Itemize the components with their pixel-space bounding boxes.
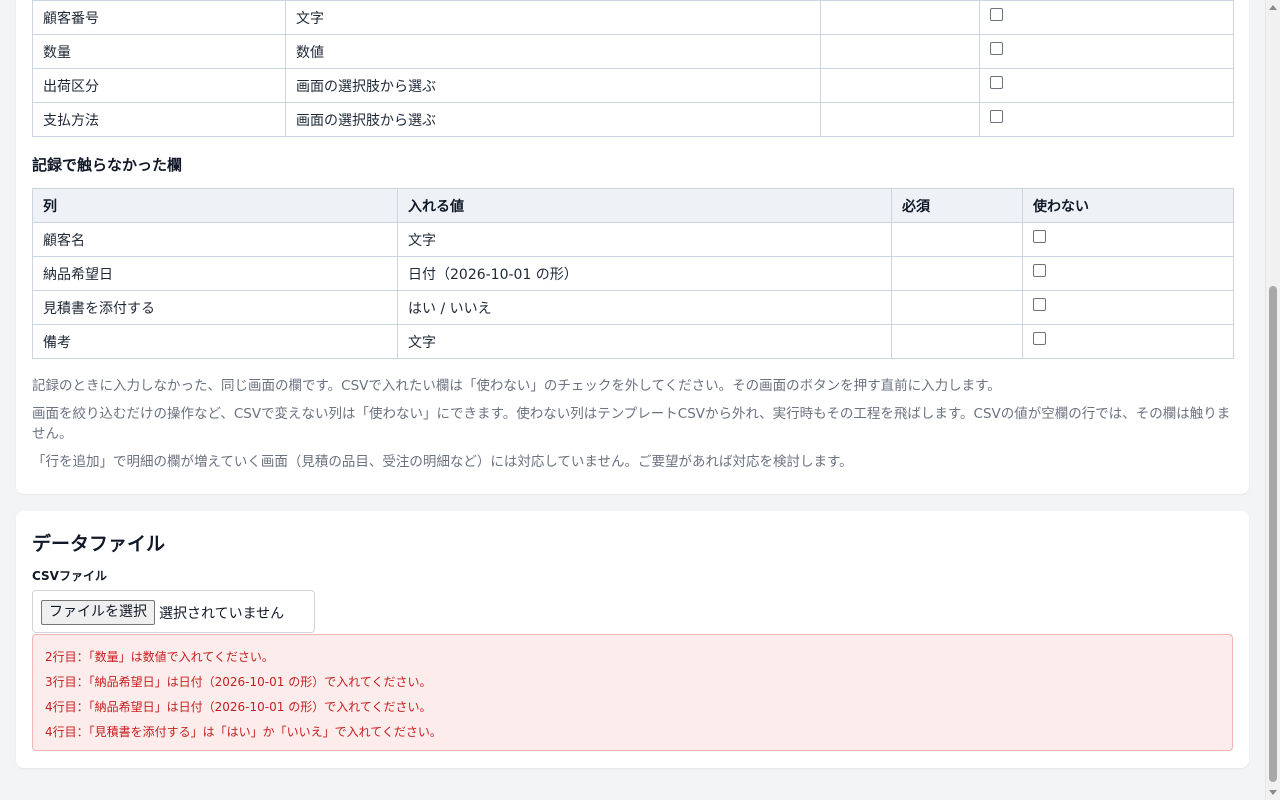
value-type-cell: はい / いいえ [397, 290, 892, 325]
value-type-cell: 画面の選択肢から選ぶ [285, 68, 821, 103]
table-row: 顧客番号 文字 [32, 0, 1234, 35]
error-message: 4行目：「納品希望日」は日付（2026-10-01 の形）で入れてください。 [45, 700, 432, 714]
column-name-cell: 支払方法 [32, 102, 286, 137]
column-name-cell: 顧客番号 [32, 0, 286, 35]
header-unused: 使わない [1022, 188, 1234, 223]
required-cell [820, 0, 980, 35]
table-header-row: 列 入れる値 必須 使わない [32, 188, 1234, 223]
required-cell [891, 256, 1023, 291]
value-type-cell: 数値 [285, 34, 821, 69]
no-file-selected-text: 選択されていません [159, 606, 285, 622]
unused-cell [1022, 290, 1234, 325]
validation-error-box: 2行目：「数量」は数値で入れてください。 3行目：「納品希望日」は日付（2026… [32, 634, 1233, 751]
csv-file-input[interactable]: ファイルを選択 選択されていません [32, 590, 315, 633]
column-name-cell: 納品希望日 [32, 256, 398, 291]
unused-cell [979, 102, 1234, 137]
unused-checkbox[interactable] [990, 76, 1003, 89]
unused-checkbox[interactable] [1033, 332, 1046, 345]
required-cell [820, 68, 980, 103]
fields-card: 顧客番号 文字 数量 数値 出荷区分 画面の選択肢から選ぶ 支払方法 画面の選択… [16, 0, 1249, 494]
csv-file-label: CSVファイル [32, 569, 107, 583]
table-row: 支払方法 画面の選択肢から選ぶ [32, 102, 1234, 137]
error-message: 3行目：「納品希望日」は日付（2026-10-01 の形）で入れてください。 [45, 675, 432, 689]
table-row: 備考 文字 [32, 324, 1234, 359]
table-row: 顧客名 文字 [32, 222, 1234, 257]
column-name-cell: 備考 [32, 324, 398, 359]
value-type-cell: 文字 [285, 0, 821, 35]
table-row: 見積書を添付する はい / いいえ [32, 290, 1234, 325]
data-file-card: データファイル CSVファイル ファイルを選択 選択されていません 2行目：「数… [16, 511, 1249, 768]
table-row: 数量 数値 [32, 34, 1234, 69]
column-name-cell: 顧客名 [32, 222, 398, 257]
page-viewport: 顧客番号 文字 数量 数値 出荷区分 画面の選択肢から選ぶ 支払方法 画面の選択… [0, 0, 1280, 800]
note-text: 画面を絞り込むだけの操作など、CSVで変えない列は「使わない」にできます。使わな… [32, 406, 1231, 442]
required-cell [891, 290, 1023, 325]
value-type-cell: 文字 [397, 324, 892, 359]
scroll-down-arrow-icon[interactable] [1269, 790, 1277, 795]
error-message: 2行目：「数量」は数値で入れてください。 [45, 650, 274, 664]
unused-checkbox[interactable] [1033, 264, 1046, 277]
help-notes: 記録のときに入力しなかった、同じ画面の欄です。CSVで入れたい欄は「使わない」の… [32, 376, 1233, 480]
unused-checkbox[interactable] [990, 42, 1003, 55]
header-value: 入れる値 [397, 188, 892, 223]
unused-cell [1022, 256, 1234, 291]
error-message: 4行目：「見積書を添付する」は「はい」か「いいえ」で入れてください。 [45, 725, 442, 739]
choose-file-button[interactable]: ファイルを選択 [41, 600, 155, 625]
unused-cell [979, 34, 1234, 69]
data-file-title: データファイル [32, 533, 166, 555]
unused-cell [1022, 324, 1234, 359]
untouched-fields-title: 記録で触らなかった欄 [32, 156, 183, 174]
vertical-scrollbar[interactable] [1265, 0, 1280, 800]
required-cell [891, 324, 1023, 359]
scrollbar-thumb[interactable] [1269, 286, 1277, 782]
value-type-cell: 日付（2026-10-01 の形） [397, 256, 892, 291]
note-text: 「行を追加」で明細の欄が増えていく画面（見積の品目、受注の明細など）には対応して… [32, 454, 853, 470]
unused-cell [1022, 222, 1234, 257]
unused-checkbox[interactable] [990, 110, 1003, 123]
value-type-cell: 文字 [397, 222, 892, 257]
required-cell [891, 222, 1023, 257]
required-cell [820, 34, 980, 69]
unused-cell [979, 68, 1234, 103]
scroll-up-arrow-icon[interactable] [1269, 5, 1277, 10]
unused-checkbox[interactable] [990, 8, 1003, 21]
note-text: 記録のときに入力しなかった、同じ画面の欄です。CSVで入れたい欄は「使わない」の… [32, 378, 1001, 394]
unused-checkbox[interactable] [1033, 298, 1046, 311]
column-name-cell: 数量 [32, 34, 286, 69]
required-cell [820, 102, 980, 137]
unused-cell [979, 0, 1234, 35]
header-required: 必須 [891, 188, 1023, 223]
table-row: 納品希望日 日付（2026-10-01 の形） [32, 256, 1234, 291]
unused-checkbox[interactable] [1033, 230, 1046, 243]
untouched-fields-table: 列 入れる値 必須 使わない 顧客名 文字 納品希望日 日付（2026-10-0… [32, 188, 1234, 359]
column-name-cell: 見積書を添付する [32, 290, 398, 325]
recorded-fields-table: 顧客番号 文字 数量 数値 出荷区分 画面の選択肢から選ぶ 支払方法 画面の選択… [32, 0, 1234, 137]
column-name-cell: 出荷区分 [32, 68, 286, 103]
value-type-cell: 画面の選択肢から選ぶ [285, 102, 821, 137]
table-row: 出荷区分 画面の選択肢から選ぶ [32, 68, 1234, 103]
header-column: 列 [32, 188, 398, 223]
